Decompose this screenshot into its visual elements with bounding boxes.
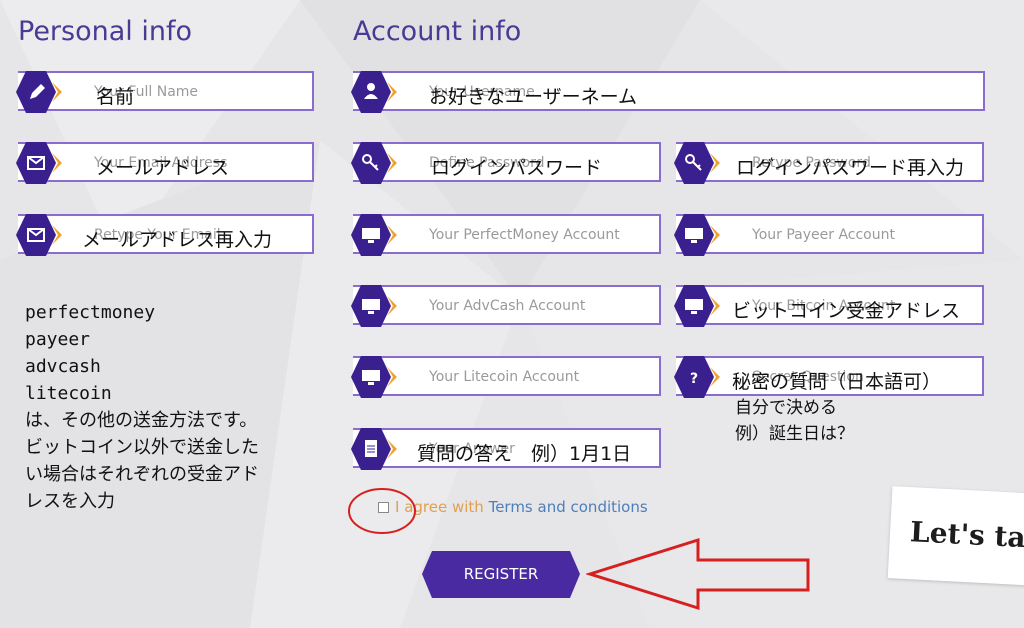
lets-talk-sticker: Let's ta <box>887 486 1024 586</box>
advcash-placeholder: Your AdvCash Account <box>429 298 586 314</box>
monitor-icon <box>351 356 397 398</box>
key-icon <box>351 142 397 184</box>
email-retype-field[interactable]: Retype Your Email メールアドレス再入力 <box>16 214 314 256</box>
envelope-icon <box>16 142 62 184</box>
pencil-icon <box>16 71 62 113</box>
full-name-field[interactable]: Your Full Name 名前 <box>16 71 314 113</box>
username-annotation: お好きなユーザーネーム <box>429 86 638 108</box>
litecoin-field[interactable]: Your Litecoin Account <box>351 356 661 398</box>
payment-line: perfectmoney <box>25 302 156 323</box>
secret-question-description: 自分で決める 例）誕生日は？ <box>735 395 854 447</box>
annotation-arrow <box>586 537 810 611</box>
user-icon <box>351 71 397 113</box>
bitcoin-annotation: ビットコイン受金アドレス <box>732 300 961 322</box>
key-icon <box>674 142 720 184</box>
perfectmoney-placeholder: Your PerfectMoney Account <box>429 227 620 243</box>
litecoin-placeholder: Your Litecoin Account <box>429 369 580 385</box>
payment-desc-line: い場合はそれぞれの受金アド <box>25 464 259 485</box>
personal-info-title: Personal info <box>18 16 192 47</box>
annotation-circle <box>348 488 416 534</box>
password-field[interactable]: Define Password ログインパスワード <box>351 142 661 184</box>
monitor-icon <box>351 214 397 256</box>
email-retype-annotation: メールアドレス再入力 <box>82 229 273 251</box>
secret-desc-line: 自分で決める <box>735 398 837 418</box>
payment-description: は、その他の送金方法です。 ビットコイン以外で送金した い場合はそれぞれの受金ア… <box>25 407 259 515</box>
payment-methods-list: perfectmoney payeer advcash litecoin <box>25 299 155 407</box>
terms-link[interactable]: Terms and conditions <box>489 498 648 516</box>
payment-line: litecoin <box>25 383 112 404</box>
payment-line: advcash <box>25 356 101 377</box>
payment-desc-line: レスを入力 <box>25 491 115 512</box>
username-field[interactable]: Your Username お好きなユーザーネーム <box>351 71 985 113</box>
secret-question-annotation: 秘密の質問（日本語可） <box>732 371 942 393</box>
question-icon: ? <box>674 356 720 398</box>
svg-text:?: ? <box>690 371 698 387</box>
secret-desc-line: 例）誕生日は？ <box>735 424 854 444</box>
payment-line: payeer <box>25 329 91 350</box>
payeer-field[interactable]: Your Payeer Account <box>674 214 984 256</box>
sticker-text: Let's ta <box>909 515 1024 555</box>
monitor-icon <box>674 285 720 327</box>
payment-desc-line: は、その他の送金方法です。 <box>25 410 258 431</box>
password-retype-field[interactable]: Retype Password ログインパスワード再入力 <box>674 142 984 184</box>
password-retype-annotation: ログインパスワード再入力 <box>736 157 965 179</box>
perfectmoney-field[interactable]: Your PerfectMoney Account <box>351 214 661 256</box>
email-annotation: メールアドレス <box>96 157 230 179</box>
answer-field[interactable]: Your Answer 質問の答え 例）1月1日 <box>351 428 661 470</box>
document-icon <box>351 428 397 470</box>
email-field[interactable]: Your Email Address メールアドレス <box>16 142 314 184</box>
monitor-icon <box>351 285 397 327</box>
payment-desc-line: ビットコイン以外で送金した <box>25 437 259 458</box>
register-label: REGISTER <box>463 565 539 583</box>
bitcoin-field[interactable]: Your Bitcoin Account ビットコイン受金アドレス <box>674 285 984 327</box>
secret-question-field[interactable]: ? Secret Question 秘密の質問（日本語可） <box>674 356 984 398</box>
advcash-field[interactable]: Your AdvCash Account <box>351 285 661 327</box>
account-info-title: Account info <box>353 16 522 47</box>
payeer-placeholder: Your Payeer Account <box>752 227 895 243</box>
monitor-icon <box>674 214 720 256</box>
password-annotation: ログインパスワード <box>431 157 603 179</box>
register-button[interactable]: REGISTER <box>422 551 580 598</box>
full-name-annotation: 名前 <box>96 86 135 108</box>
envelope-icon <box>16 214 62 256</box>
answer-annotation: 質問の答え 例）1月1日 <box>417 443 632 465</box>
